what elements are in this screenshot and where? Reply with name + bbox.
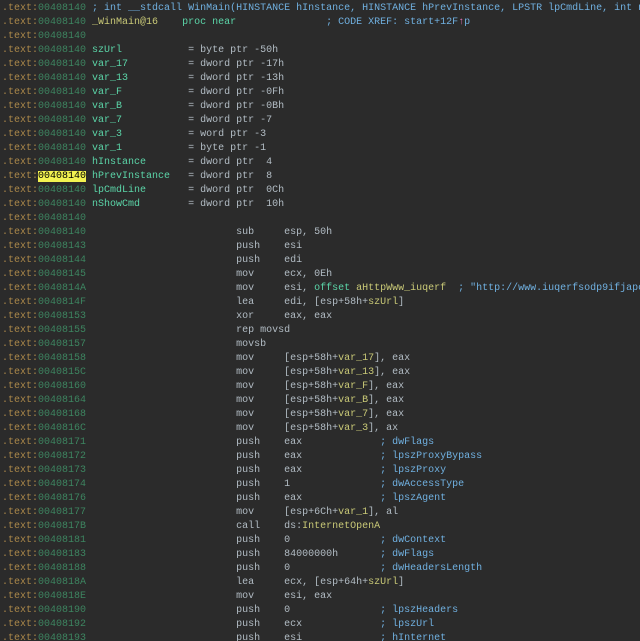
code-lines: .text:00408140 ; int __stdcall WinMain(H… [2, 2, 640, 641]
ida-disassembly-listing[interactable]: .text:00408140 ; int __stdcall WinMain(H… [0, 0, 640, 641]
